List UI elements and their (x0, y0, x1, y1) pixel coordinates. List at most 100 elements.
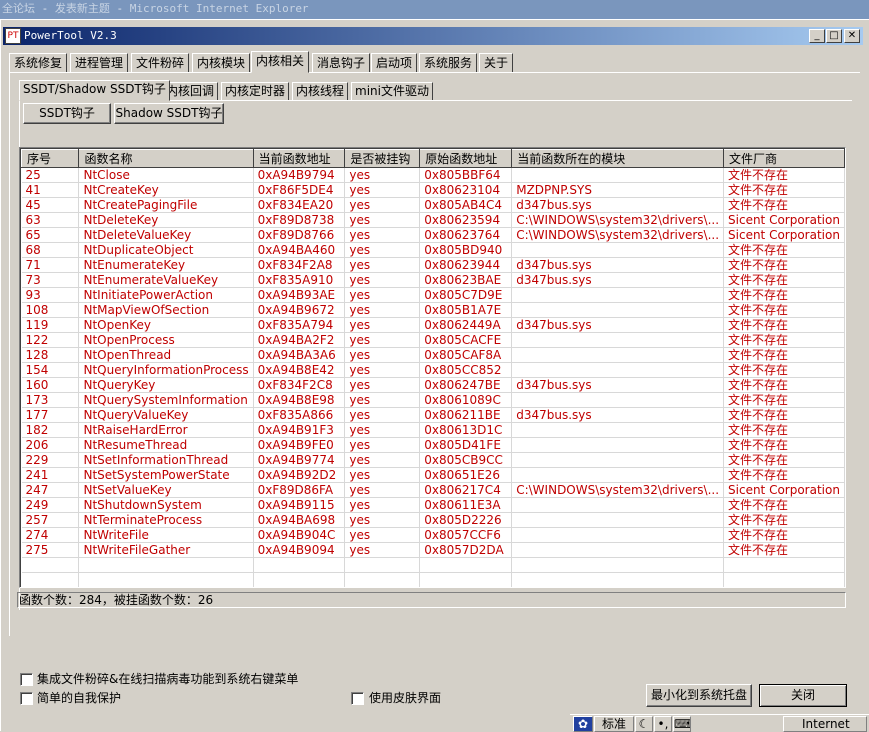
tab-ssdt-shadow-hooks[interactable]: SSDT/Shadow SSDT钩子 (19, 80, 170, 101)
row-function-name: NtMapViewOfSection (78, 302, 254, 318)
row-current-address: 0xF835A794 (253, 317, 346, 333)
table-row[interactable]: 108 NtMapViewOfSection 0xA94B9672 yes 0x805B… (21, 302, 845, 318)
row-original-address: 0x8062449A (419, 317, 513, 333)
self-protect-checkbox[interactable] (20, 692, 33, 705)
column-header-index[interactable]: 序号 (20, 149, 80, 168)
empty-cell (79, 588, 253, 589)
ssdt-hook-list[interactable]: 序号 函数名称 当前函数地址 是否被挂钩 原始函数地址 当前函数所在的模块 文件… (19, 147, 846, 588)
empty-cell (253, 557, 346, 573)
column-header-module[interactable]: 当前函数所在的模块 (511, 149, 725, 168)
tab-kernel-timers[interactable]: 内核定时器 (221, 82, 290, 101)
row-vendor: 文件不存在 (723, 182, 845, 198)
column-header-hooked[interactable]: 是否被挂钩 (344, 149, 421, 168)
row-function-name: NtWriteFileGather (78, 542, 254, 558)
shell-menu-checkbox[interactable] (20, 673, 33, 686)
row-current-address: 0xA94B9115 (253, 497, 346, 513)
row-original-address: 0x80623944 (419, 257, 513, 273)
tab-process-manager[interactable]: 进程管理 (70, 53, 129, 73)
table-row[interactable]: 177 NtQueryValueKey 0xF835A866 yes 0x806211B… (21, 407, 845, 423)
table-row[interactable]: 274 NtWriteFile 0xA94B904C yes 0x8057CCF6 文件不… (21, 527, 845, 543)
row-current-address: 0xF834EA20 (253, 197, 346, 213)
table-row[interactable]: 275 NtWriteFileGather 0xA94B9094 yes 0x8057D… (21, 542, 845, 558)
row-index: 122 (21, 332, 80, 348)
table-row[interactable]: 41 NtCreateKey 0xF86F5DE4 yes 0x80623104 MZDP… (21, 182, 845, 198)
table-row[interactable]: 173 NtQuerySystemInformation 0xA94B8E98 yes… (21, 392, 845, 408)
ssdt-hooks-button[interactable]: SSDT钩子 (23, 103, 111, 124)
table-row[interactable]: 182 NtRaiseHardError 0xA94B91F3 yes 0x80613D… (21, 422, 845, 438)
table-row[interactable]: 122 NtOpenProcess 0xA94BA2F2 yes 0x805CACFE 文… (21, 332, 845, 348)
table-row[interactable]: 119 NtOpenKey 0xF835A794 yes 0x8062449A d347b… (21, 317, 845, 333)
tab-kernel-callbacks[interactable]: 内核回调 (162, 82, 219, 101)
row-function-name: NtOpenProcess (78, 332, 254, 348)
empty-cell (724, 588, 845, 589)
row-function-name: NtQuerySystemInformation (78, 392, 254, 408)
tab-about[interactable]: 关于 (479, 53, 514, 73)
browser-title-bar: 全论坛 - 发表新主题 - Microsoft Internet Explore… (0, 0, 869, 19)
row-original-address: 0x80623594 (419, 212, 513, 228)
row-hooked: yes (344, 332, 421, 348)
row-original-address: 0x806211BE (419, 407, 513, 423)
empty-cell (21, 572, 80, 587)
tab-kernel-threads[interactable]: 内核线程 (292, 82, 349, 101)
tab-minifilter-drivers[interactable]: mini文件驱动 (351, 82, 433, 101)
table-row[interactable]: 160 NtQueryKey 0xF834F2C8 yes 0x806247BE d347… (21, 377, 845, 393)
column-header-vendor[interactable]: 文件厂商 (723, 149, 845, 168)
punctuation-icon[interactable]: •, (654, 716, 672, 732)
tab-kernel-modules[interactable]: 内核模块 (192, 53, 251, 73)
empty-cell (419, 572, 513, 587)
empty-cell (253, 572, 346, 587)
minimize-to-tray-button[interactable]: 最小化到系统托盘 (646, 684, 752, 707)
close-button[interactable]: 关闭 (759, 684, 847, 707)
tab-system-repair[interactable]: 系统修复 (9, 53, 68, 73)
tab-file-shredder[interactable]: 文件粉碎 (131, 53, 190, 73)
table-row[interactable]: 65 NtDeleteValueKey 0xF89D8766 yes 0x8062376… (21, 227, 845, 243)
empty-cell (723, 572, 845, 587)
row-vendor: 文件不存在 (723, 197, 845, 213)
column-header-current-address[interactable]: 当前函数地址 (252, 149, 346, 168)
table-row[interactable]: 241 NtSetSystemPowerState 0xA94B92D2 yes 0x8… (21, 467, 845, 483)
row-index: 93 (21, 287, 80, 303)
row-vendor: 文件不存在 (723, 272, 845, 288)
close-window-button[interactable]: ✕ (844, 29, 860, 43)
tab-system-services[interactable]: 系统服务 (419, 53, 478, 73)
tab-message-hooks[interactable]: 消息钩子 (312, 53, 371, 73)
table-row[interactable]: 68 NtDuplicateObject 0xA94BA460 yes 0x805BD9… (21, 242, 845, 258)
minimize-button[interactable]: _ (809, 29, 825, 43)
table-row[interactable]: 257 NtTerminateProcess 0xA94BA698 yes 0x805D… (21, 512, 845, 528)
maximize-button[interactable]: □ (826, 29, 842, 43)
row-function-name: NtSetValueKey (78, 482, 254, 498)
keyboard-icon[interactable]: ⌨ (673, 716, 691, 732)
skin-checkbox[interactable] (351, 692, 364, 705)
table-row[interactable]: 247 NtSetValueKey 0xF89D86FA yes 0x806217C4 C… (21, 482, 845, 498)
tab-kernel-related[interactable]: 内核相关 (251, 51, 310, 73)
shadow-ssdt-hooks-button[interactable]: Shadow SSDT钩子 (114, 103, 224, 124)
table-row[interactable]: 45 NtCreatePagingFile 0xF834EA20 yes 0x805AB… (21, 197, 845, 213)
column-header-original-address[interactable]: 原始函数地址 (419, 149, 513, 168)
ime-logo-icon[interactable]: ✿ (573, 716, 593, 732)
row-module (511, 287, 725, 303)
table-row[interactable]: 249 NtShutdownSystem 0xA94B9115 yes 0x80611E… (21, 497, 845, 513)
tab-startup-items[interactable]: 启动项 (371, 53, 418, 73)
table-row[interactable]: 71 NtEnumerateKey 0xF834F2A8 yes 0x80623944 d… (21, 257, 845, 273)
row-original-address: 0x80623104 (419, 182, 513, 198)
row-current-address: 0xA94B92D2 (253, 467, 346, 483)
row-function-name: NtEnumerateValueKey (78, 272, 254, 288)
row-current-address: 0xA94BA3A6 (253, 347, 346, 363)
table-row[interactable]: 229 NtSetInformationThread 0xA94B9774 yes 0x… (21, 452, 845, 468)
app-icon[interactable]: PT (5, 28, 21, 44)
row-vendor: 文件不存在 (723, 452, 845, 468)
table-row[interactable]: 73 NtEnumerateValueKey 0xF835A910 yes 0x8062… (21, 272, 845, 288)
table-row[interactable]: 128 NtOpenThread 0xA94BA3A6 yes 0x805CAF8A 文件… (21, 347, 845, 363)
table-row[interactable]: 25 NtClose 0xA94B9794 yes 0x805BBF64 文件不存在 (21, 167, 845, 183)
table-row[interactable]: 154 NtQueryInformationProcess 0xA94B8E42 ye… (21, 362, 845, 378)
row-current-address: 0xF86F5DE4 (253, 182, 346, 198)
table-row[interactable]: 206 NtResumeThread 0xA94B9FE0 yes 0x805D41FE… (21, 437, 845, 453)
moon-icon[interactable]: ☾ (635, 716, 653, 732)
ime-mode[interactable]: 标准 (594, 716, 634, 732)
row-hooked: yes (344, 452, 421, 468)
empty-cell (78, 557, 254, 573)
window-title-bar[interactable]: PT PowerTool V2.3 _ □ ✕ (3, 27, 863, 45)
table-row[interactable]: 63 NtDeleteKey 0xF89D8738 yes 0x80623594 C:\W… (21, 212, 845, 228)
column-header-function-name[interactable]: 函数名称 (78, 149, 254, 168)
table-row[interactable]: 93 NtInitiatePowerAction 0xA94B93AE yes 0x80… (21, 287, 845, 303)
